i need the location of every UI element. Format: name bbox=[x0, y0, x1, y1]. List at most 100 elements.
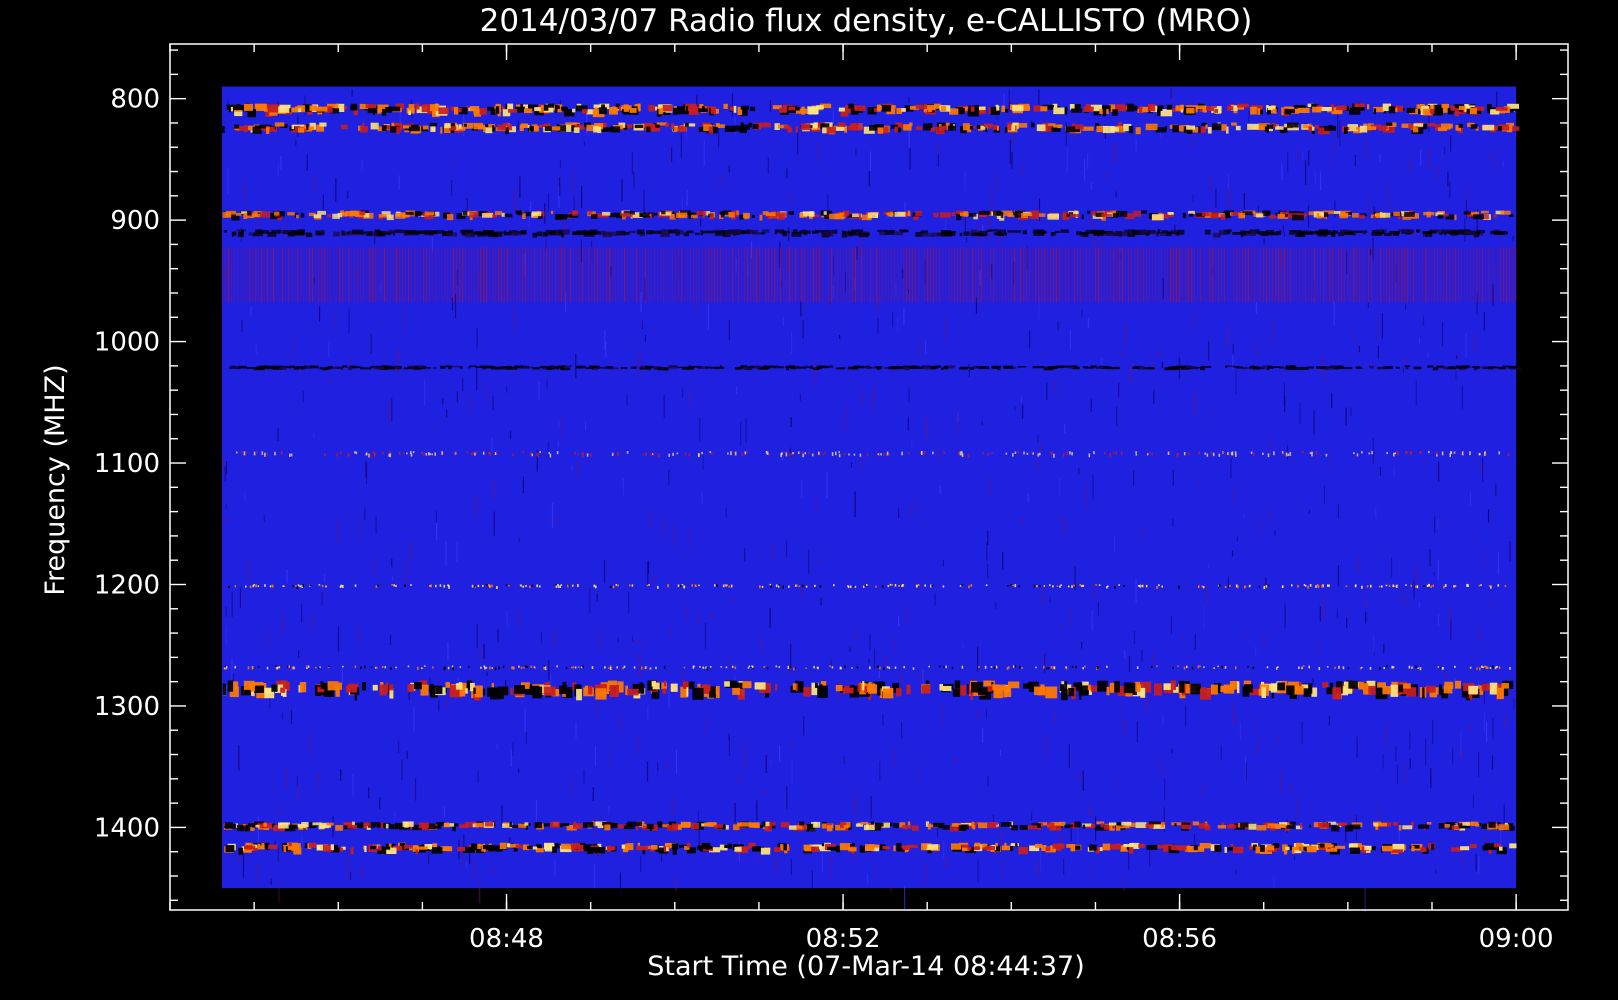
band-8-mark bbox=[574, 666, 577, 669]
band-7-mark bbox=[1405, 584, 1407, 586]
noise-speck bbox=[775, 853, 777, 875]
band-5-mark bbox=[876, 366, 881, 369]
band-9-mark bbox=[483, 688, 486, 696]
noise-speck bbox=[301, 835, 303, 846]
band-10-mark bbox=[583, 822, 594, 828]
band-0-mark bbox=[1159, 107, 1163, 111]
band-stripe bbox=[509, 247, 512, 303]
band-stripe bbox=[881, 247, 884, 303]
band-2-mark bbox=[751, 214, 755, 218]
band-6-mark bbox=[1135, 453, 1138, 456]
band-8-mark bbox=[752, 666, 754, 669]
band-3-mark bbox=[714, 230, 726, 236]
band-stripe bbox=[479, 247, 482, 303]
band-8-mark bbox=[1186, 665, 1188, 668]
band-2-mark bbox=[672, 211, 675, 214]
band-stripe bbox=[1256, 247, 1259, 303]
noise-speck bbox=[1334, 200, 1336, 218]
band-8-mark bbox=[1071, 665, 1074, 668]
band-2-mark bbox=[905, 211, 908, 218]
band-7-mark bbox=[302, 584, 304, 587]
band-2-mark bbox=[829, 213, 840, 220]
band-6-mark bbox=[1461, 451, 1464, 456]
band-10-mark bbox=[780, 822, 787, 827]
band-5-mark bbox=[1325, 367, 1329, 370]
band-7-mark bbox=[1073, 584, 1075, 587]
band-5-mark bbox=[709, 366, 722, 369]
band-7-mark bbox=[889, 583, 892, 586]
noise-speck bbox=[666, 761, 668, 770]
band-stripe bbox=[1172, 247, 1175, 303]
band-7-mark bbox=[1467, 584, 1469, 587]
noise-speck bbox=[672, 523, 674, 546]
band-8-mark bbox=[291, 667, 294, 669]
band-5-mark bbox=[761, 366, 771, 370]
band-6-mark bbox=[339, 451, 342, 455]
band-9-mark bbox=[1200, 688, 1211, 700]
band-stripe bbox=[830, 247, 833, 303]
band-1-mark bbox=[1427, 123, 1436, 127]
band-5-mark bbox=[946, 365, 956, 368]
noise-speck bbox=[1364, 135, 1366, 159]
band-7-mark bbox=[716, 584, 718, 587]
band-3-mark bbox=[989, 229, 999, 232]
band-0-mark bbox=[658, 108, 663, 115]
noise-speck bbox=[1381, 313, 1383, 339]
noise-speck bbox=[707, 304, 709, 330]
noise-speck bbox=[583, 141, 585, 146]
band-9-mark bbox=[857, 683, 861, 692]
band-6-mark bbox=[488, 452, 490, 455]
band-stripe bbox=[1178, 247, 1181, 303]
band-2-mark bbox=[691, 214, 698, 219]
band-6-mark bbox=[650, 453, 652, 456]
noise-speck bbox=[977, 646, 979, 672]
band-8-mark bbox=[641, 666, 643, 670]
noise-speck bbox=[388, 402, 390, 425]
band-3-mark bbox=[1288, 232, 1297, 236]
band-stripe bbox=[896, 247, 899, 303]
band-stripe bbox=[1043, 247, 1046, 303]
band-stripe bbox=[1139, 247, 1142, 303]
band-stripe bbox=[551, 247, 554, 303]
noise-speck bbox=[1153, 389, 1155, 405]
noise-speck bbox=[1123, 719, 1125, 738]
band-9-mark bbox=[1061, 689, 1068, 701]
noise-speck bbox=[1461, 385, 1463, 410]
noise-speck bbox=[830, 856, 832, 879]
band-2-mark bbox=[709, 214, 714, 220]
noise-speck bbox=[1263, 238, 1265, 244]
band-7-mark bbox=[667, 584, 669, 588]
band-0-mark bbox=[1469, 107, 1477, 115]
noise-speck bbox=[669, 158, 671, 166]
noise-speck bbox=[341, 666, 343, 685]
band-2-mark bbox=[1152, 214, 1164, 221]
band-9-mark bbox=[906, 684, 911, 695]
band-5-mark bbox=[427, 367, 431, 369]
band-stripe bbox=[605, 247, 608, 303]
band-stripe bbox=[953, 247, 956, 303]
band-8-mark bbox=[523, 667, 525, 669]
noise-speck bbox=[1495, 483, 1497, 496]
band-7-mark bbox=[1361, 585, 1363, 589]
band-6-mark bbox=[441, 451, 443, 455]
band-7-mark bbox=[245, 585, 247, 588]
band-8-mark bbox=[251, 666, 254, 670]
band-7-mark bbox=[1410, 584, 1412, 587]
band-7-mark bbox=[477, 584, 480, 588]
band-8-mark bbox=[1191, 666, 1194, 670]
band-stripe bbox=[1073, 247, 1076, 303]
noise-speck bbox=[801, 479, 803, 498]
noise-speck bbox=[1141, 527, 1143, 537]
noise-speck bbox=[559, 160, 562, 169]
band-9-mark bbox=[921, 684, 931, 694]
noise-speck bbox=[1162, 278, 1164, 300]
band-1-mark bbox=[665, 123, 669, 127]
noise-speck bbox=[517, 120, 519, 131]
band-6-mark bbox=[701, 451, 703, 455]
band-5-mark bbox=[1355, 366, 1362, 369]
band-stripe bbox=[407, 247, 410, 303]
band-stripe bbox=[773, 247, 776, 303]
band-7-mark bbox=[1107, 585, 1109, 588]
band-stripe bbox=[1277, 247, 1280, 303]
noise-speck bbox=[580, 239, 582, 263]
